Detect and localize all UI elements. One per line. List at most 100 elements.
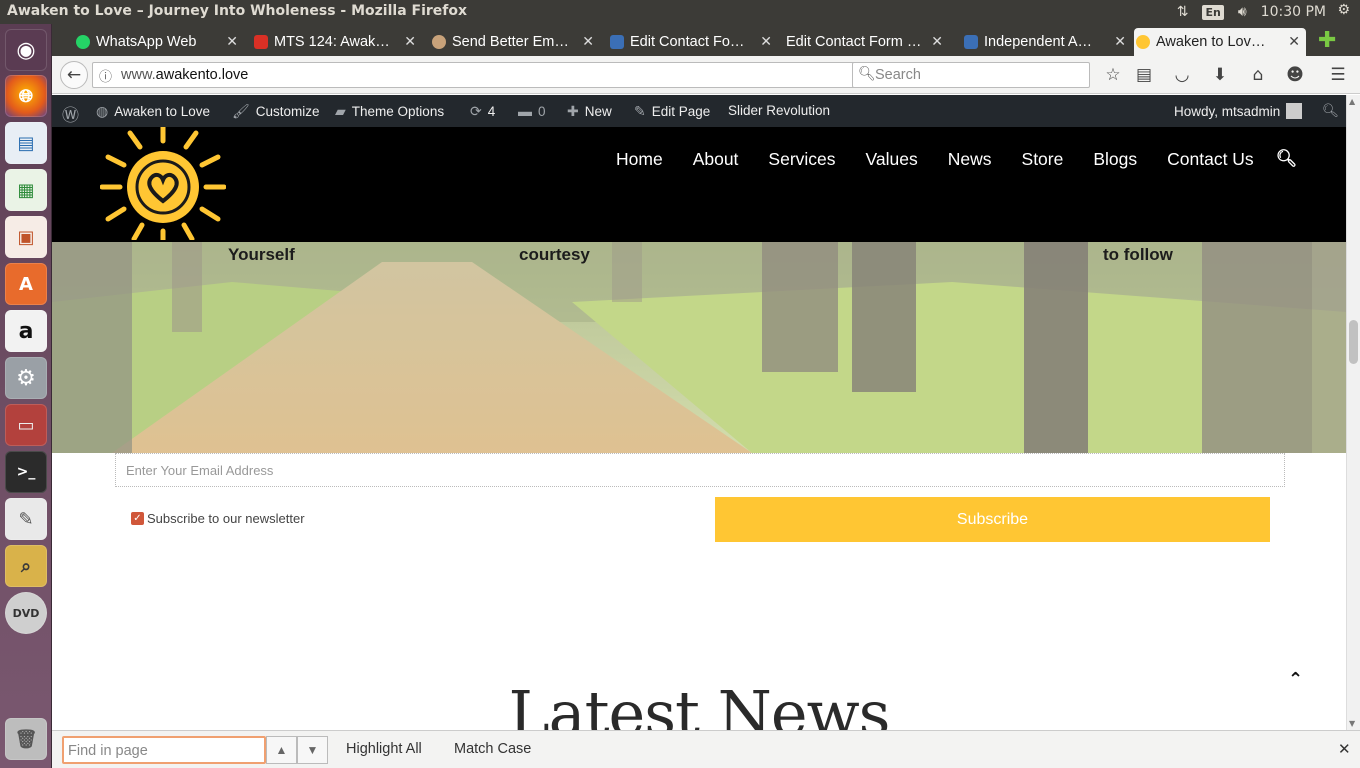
scroll-to-top-chevron-icon[interactable]: ⌃	[1288, 669, 1303, 690]
menu-news[interactable]: News	[948, 149, 992, 170]
libreoffice-draw-icon[interactable]: ▤	[5, 122, 47, 164]
tab-awaken-to-love[interactable]: Awaken to Lov… ✕	[1134, 28, 1306, 56]
bookmark-star-icon[interactable]: ☆	[1100, 62, 1126, 88]
hero-overlay	[52, 242, 1346, 453]
menu-values[interactable]: Values	[866, 149, 918, 170]
trash-icon[interactable]: 🗑︎	[5, 718, 47, 760]
system-settings-icon[interactable]: ⚙	[5, 357, 47, 399]
files-icon[interactable]: ▭	[5, 404, 47, 446]
avatar	[1286, 103, 1303, 119]
tab-label: Edit Contact Fo…	[630, 34, 745, 50]
search-icon: 🔍︎	[858, 65, 876, 81]
sun-favicon-icon	[1136, 35, 1150, 49]
wp-slider-revolution-link[interactable]: Slider Revolution	[728, 103, 830, 118]
wp-theme-options-link[interactable]: ▰ Theme Options	[335, 103, 444, 120]
dvd-icon[interactable]: DVD	[5, 592, 47, 634]
tab-label: Independent A…	[984, 34, 1093, 50]
email-field[interactable]: Enter Your Email Address	[115, 453, 1285, 487]
search-input[interactable]: 🔍︎ Search	[852, 62, 1090, 88]
highlight-all-button[interactable]: Highlight All	[346, 741, 422, 757]
new-tab-plus-icon[interactable]: ✚	[1318, 28, 1336, 53]
hero-text-courtesy: courtesy	[519, 245, 590, 264]
menu-services[interactable]: Services	[768, 149, 835, 170]
wp-updates-link[interactable]: ⟳ 4	[470, 103, 495, 120]
tab-label: MTS 124: Awak…	[274, 34, 390, 50]
ubuntu-software-icon[interactable]: A	[5, 263, 47, 305]
menu-home[interactable]: Home	[616, 149, 663, 170]
subscribe-button[interactable]: Subscribe	[715, 497, 1270, 542]
find-previous-chevron-up-icon[interactable]: ▲	[266, 736, 297, 764]
close-tab-icon[interactable]: ✕	[1114, 33, 1126, 50]
url-bar[interactable]: ⓘ www.awakento.love ↻	[92, 62, 898, 88]
menu-contact-us[interactable]: Contact Us	[1167, 149, 1254, 170]
tab-whatsapp[interactable]: WhatsApp Web ✕	[74, 28, 244, 56]
find-in-page-input[interactable]: Find in page	[62, 736, 266, 764]
site-search-icon[interactable]: 🔍︎	[1276, 149, 1298, 170]
tab-bar: WhatsApp Web ✕ MTS 124: Awak… ✕ Send Bette…	[52, 24, 1360, 56]
url-text: www.awakento.love	[121, 67, 249, 83]
menu-store[interactable]: Store	[1022, 149, 1064, 170]
match-case-button[interactable]: Match Case	[454, 741, 531, 757]
scroll-up-arrow-icon[interactable]: ▲	[1349, 97, 1355, 106]
sun-heart-logo[interactable]	[100, 127, 226, 240]
find-next-chevron-down-icon[interactable]: ▼	[297, 736, 328, 764]
menu-hamburger-icon[interactable]: ☰	[1325, 62, 1351, 88]
wp-account-menu[interactable]: Howdy, mtsadmin	[1174, 103, 1303, 119]
os-top-bar: Awaken to Love – Journey Into Wholeness …	[0, 0, 1360, 24]
close-tab-icon[interactable]: ✕	[582, 33, 594, 50]
updates-refresh-icon: ⟳	[470, 103, 482, 119]
keyboard-layout-indicator[interactable]: En	[1202, 4, 1224, 20]
menu-blogs[interactable]: Blogs	[1093, 149, 1137, 170]
close-find-bar-icon[interactable]: ✕	[1338, 740, 1351, 758]
checkbox-checked-icon[interactable]: ✓	[131, 512, 144, 525]
close-tab-icon[interactable]: ✕	[404, 33, 416, 50]
scroll-down-arrow-icon[interactable]: ▼	[1349, 719, 1355, 728]
clock[interactable]: 10:30 PM	[1261, 4, 1326, 20]
back-arrow-icon[interactable]: ←	[60, 61, 88, 89]
plus-icon: ✚	[567, 103, 579, 119]
wp-customize-link[interactable]: 🖌︎ Customize	[232, 103, 320, 120]
terminal-icon[interactable]: >_	[5, 451, 47, 493]
scrollbar-thumb[interactable]	[1349, 320, 1358, 364]
libreoffice-calc-icon[interactable]: ▦	[5, 169, 47, 211]
volume-icon[interactable]: 🔊︎	[1238, 4, 1247, 20]
tab-edit-contact-form-1[interactable]: Edit Contact Fo… ✕	[608, 28, 778, 56]
wp-comments-link[interactable]: ▬ 0	[518, 103, 546, 119]
network-icon[interactable]: ⇅	[1177, 4, 1189, 20]
close-tab-icon[interactable]: ✕	[226, 33, 238, 50]
wp-search-icon[interactable]: 🔍︎	[1322, 103, 1339, 119]
avatar-icon	[432, 35, 446, 49]
find-bar: Find in page ▲ ▼ Highlight All Match Cas…	[52, 730, 1360, 768]
power-gear-icon[interactable]: ⚙	[1337, 2, 1350, 18]
close-tab-icon[interactable]: ✕	[931, 33, 943, 50]
download-arrow-icon[interactable]: ⬇	[1207, 62, 1233, 88]
ubuntu-dash-icon[interactable]: ◉	[5, 29, 47, 71]
wordpress-logo-icon[interactable]: Ⓦ	[62, 101, 79, 126]
contact-form-icon	[964, 35, 978, 49]
text-editor-icon[interactable]: ✎	[5, 498, 47, 540]
libreoffice-impress-icon[interactable]: ▣	[5, 216, 47, 258]
home-icon[interactable]: ⌂	[1245, 62, 1271, 88]
wp-site-link[interactable]: ◍ Awaken to Love	[96, 103, 210, 120]
menu-about[interactable]: About	[693, 149, 739, 170]
wp-new-link[interactable]: ✚ New	[567, 103, 612, 120]
tab-label: Send Better Em…	[452, 34, 569, 50]
page-scrollbar[interactable]: ▲ ▼	[1346, 95, 1360, 730]
wp-edit-page-link[interactable]: ✎ Edit Page	[634, 103, 710, 120]
tab-independent[interactable]: Independent A… ✕	[962, 28, 1132, 56]
tab-label: Awaken to Lov…	[1156, 34, 1266, 50]
image-viewer-icon[interactable]: ⌕	[5, 545, 47, 587]
close-tab-icon[interactable]: ✕	[1288, 33, 1300, 50]
amazon-icon[interactable]: a	[5, 310, 47, 352]
tab-send-better-email[interactable]: Send Better Em… ✕	[430, 28, 600, 56]
tab-edit-contact-form-2[interactable]: Edit Contact Form … ✕	[764, 28, 949, 56]
reading-list-icon[interactable]: ▤	[1131, 62, 1157, 88]
tab-gmail[interactable]: MTS 124: Awak… ✕	[252, 28, 422, 56]
navigation-toolbar: ← ⓘ www.awakento.love ↻ 🔍︎ Search ☆ ▤ ◡ …	[52, 56, 1360, 94]
emoji-addon-icon[interactable]: ☻	[1282, 62, 1308, 88]
comment-bubble-icon: ▬	[518, 103, 532, 119]
info-icon[interactable]: ⓘ	[99, 66, 112, 85]
firefox-icon[interactable]: 🌐︎	[5, 75, 47, 117]
newsletter-checkbox-row[interactable]: ✓ Subscribe to our newsletter	[131, 511, 305, 526]
pocket-icon[interactable]: ◡	[1169, 62, 1195, 88]
